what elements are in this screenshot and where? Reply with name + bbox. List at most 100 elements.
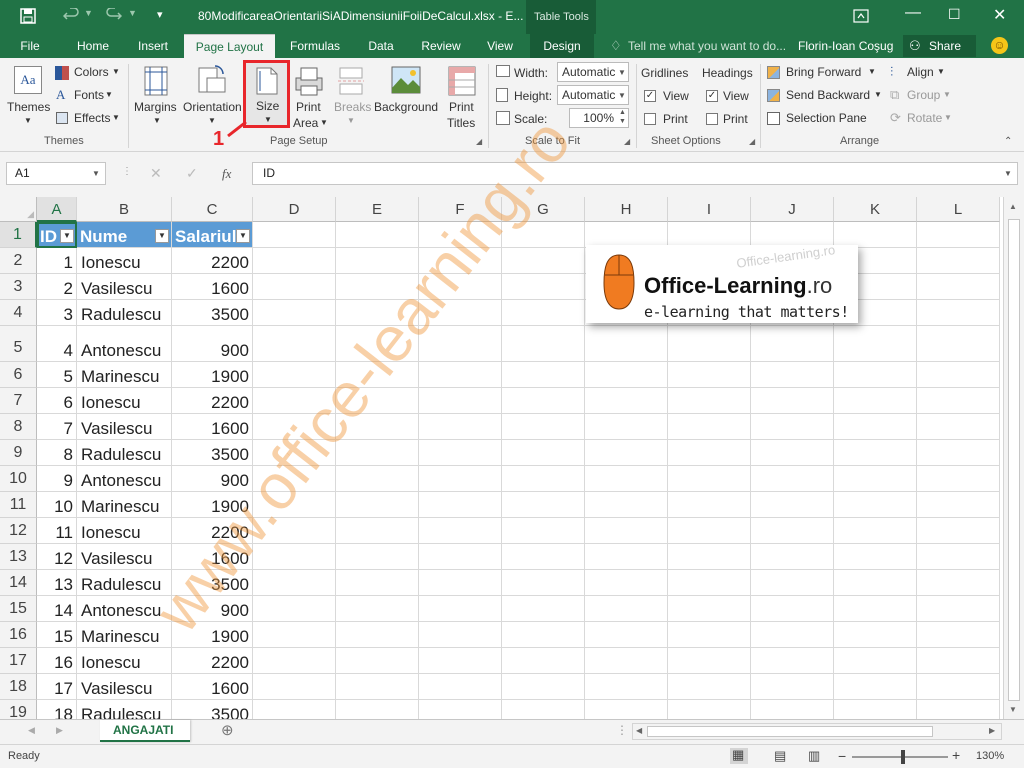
empty-cell[interactable] (336, 222, 419, 248)
gridlines-print-checkbox[interactable] (644, 113, 656, 125)
breaks-button[interactable]: Breaks ▼ (333, 62, 371, 128)
zoom-slider[interactable] (852, 750, 948, 764)
empty-cell[interactable] (502, 492, 585, 518)
empty-cell[interactable] (336, 274, 419, 300)
empty-cell[interactable] (585, 388, 668, 414)
align-button[interactable]: ⫶ Align ▼ (890, 64, 950, 82)
bring-forward-button[interactable]: Bring Forward ▼ (766, 64, 878, 82)
table-cell-id[interactable]: 11 (37, 518, 77, 544)
empty-cell[interactable] (336, 414, 419, 440)
table-cell-salary[interactable]: 1600 (172, 414, 253, 440)
row-header[interactable]: 16 (0, 622, 37, 648)
background-button[interactable]: Background (373, 62, 439, 128)
empty-cell[interactable] (585, 326, 668, 362)
empty-cell[interactable] (419, 674, 502, 700)
table-cell-name[interactable]: Ionescu (77, 388, 172, 414)
empty-cell[interactable] (502, 622, 585, 648)
table-cell-name[interactable]: Vasilescu (77, 544, 172, 570)
empty-cell[interactable] (253, 518, 336, 544)
empty-cell[interactable] (585, 362, 668, 388)
empty-cell[interactable] (668, 544, 751, 570)
empty-cell[interactable] (668, 466, 751, 492)
row-header[interactable]: 18 (0, 674, 37, 700)
scroll-right-icon[interactable]: ▶ (989, 726, 995, 735)
empty-cell[interactable] (336, 596, 419, 622)
empty-cell[interactable] (502, 300, 585, 326)
new-sheet-icon[interactable]: ⊕ (221, 721, 234, 739)
table-cell-id[interactable]: 12 (37, 544, 77, 570)
table-cell-name[interactable]: Vasilescu (77, 674, 172, 700)
table-cell-name[interactable]: Ionescu (77, 248, 172, 274)
table-cell-id[interactable]: 4 (37, 326, 77, 362)
table-cell-salary[interactable]: 2200 (172, 518, 253, 544)
selection-pane-button[interactable]: Selection Pane (766, 110, 878, 128)
empty-cell[interactable] (751, 544, 834, 570)
empty-cell[interactable] (419, 388, 502, 414)
empty-cell[interactable] (253, 440, 336, 466)
row-header[interactable]: 2 (0, 248, 37, 274)
table-cell-id[interactable]: 16 (37, 648, 77, 674)
table-cell-salary[interactable]: 2200 (172, 388, 253, 414)
row-header[interactable]: 15 (0, 596, 37, 622)
table-cell-salary[interactable]: 3500 (172, 700, 253, 719)
empty-cell[interactable] (253, 570, 336, 596)
empty-cell[interactable] (336, 362, 419, 388)
filter-dropdown-icon[interactable]: ▼ (60, 229, 74, 243)
empty-cell[interactable] (917, 570, 1000, 596)
empty-cell[interactable] (253, 222, 336, 248)
empty-cell[interactable] (253, 414, 336, 440)
table-cell-salary[interactable]: 900 (172, 326, 253, 362)
empty-cell[interactable] (336, 440, 419, 466)
empty-cell[interactable] (751, 518, 834, 544)
empty-cell[interactable] (834, 648, 917, 674)
empty-cell[interactable] (834, 596, 917, 622)
collapse-ribbon-icon[interactable]: ⌃ (1004, 136, 1012, 147)
formula-input[interactable]: ID (252, 162, 1018, 185)
empty-cell[interactable] (834, 440, 917, 466)
page-setup-launcher-icon[interactable]: ◢ (476, 137, 482, 146)
empty-cell[interactable] (585, 544, 668, 570)
empty-cell[interactable] (419, 414, 502, 440)
empty-cell[interactable] (502, 222, 585, 248)
table-cell-name[interactable]: Vasilescu (77, 274, 172, 300)
vertical-scroll-thumb[interactable] (1008, 219, 1020, 701)
empty-cell[interactable] (668, 492, 751, 518)
table-cell-name[interactable]: Radulescu (77, 570, 172, 596)
empty-cell[interactable] (502, 362, 585, 388)
empty-cell[interactable] (502, 700, 585, 719)
fonts-button[interactable]: A Fonts ▼ (55, 87, 123, 105)
table-cell-name[interactable]: Radulescu (77, 440, 172, 466)
empty-cell[interactable] (336, 248, 419, 274)
empty-cell[interactable] (336, 648, 419, 674)
print-area-button[interactable]: Print Area ▼ (292, 62, 328, 130)
row-header[interactable]: 6 (0, 362, 37, 388)
table-cell-name[interactable]: Antonescu (77, 596, 172, 622)
empty-cell[interactable] (668, 596, 751, 622)
themes-button[interactable]: Aa Themes ▼ (6, 62, 50, 128)
empty-cell[interactable] (668, 674, 751, 700)
table-header-id[interactable]: ID ▼ (37, 222, 77, 248)
close-button[interactable]: ✕ (993, 5, 1006, 25)
empty-cell[interactable] (253, 300, 336, 326)
scroll-up-icon[interactable]: ▲ (1009, 202, 1017, 211)
table-cell-salary[interactable]: 3500 (172, 300, 253, 326)
column-header-k[interactable]: K (834, 197, 917, 222)
empty-cell[interactable] (751, 700, 834, 719)
user-name[interactable]: Florin-Ioan Coşug (798, 39, 893, 53)
column-header-f[interactable]: F (419, 197, 502, 222)
empty-cell[interactable] (751, 440, 834, 466)
empty-cell[interactable] (668, 326, 751, 362)
empty-cell[interactable] (585, 674, 668, 700)
empty-cell[interactable] (253, 362, 336, 388)
empty-cell[interactable] (834, 466, 917, 492)
table-cell-name[interactable]: Ionescu (77, 648, 172, 674)
empty-cell[interactable] (336, 492, 419, 518)
empty-cell[interactable] (253, 596, 336, 622)
empty-cell[interactable] (668, 440, 751, 466)
height-dropdown-icon[interactable]: ▼ (618, 91, 626, 100)
empty-cell[interactable] (253, 700, 336, 719)
row-header[interactable]: 10 (0, 466, 37, 492)
empty-cell[interactable] (917, 326, 1000, 362)
group-button[interactable]: ⧉ Group ▼ (890, 87, 951, 105)
empty-cell[interactable] (668, 518, 751, 544)
